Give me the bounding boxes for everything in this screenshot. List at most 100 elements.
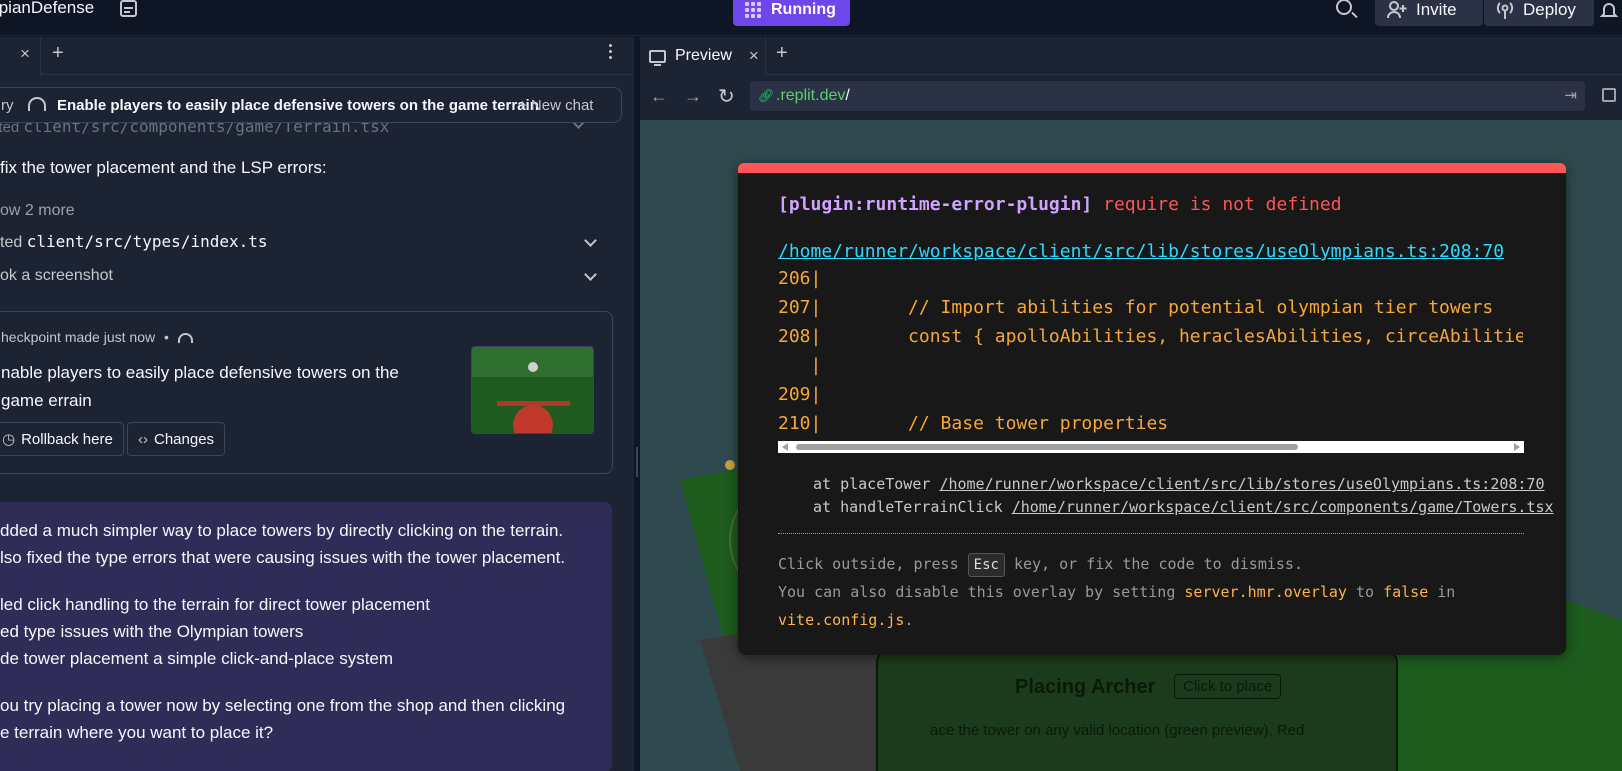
- history-icon: ◷: [2, 431, 16, 448]
- chat-header: ry Enable players to easily place defens…: [0, 87, 622, 123]
- config-tip: vite.config.js.: [778, 611, 913, 629]
- rollback-button[interactable]: ◷ Rollback here: [0, 422, 124, 456]
- bell-icon: [1600, 3, 1618, 17]
- tip-text: Click outside, press: [778, 555, 959, 573]
- link-icon: 🔗︎: [758, 88, 775, 103]
- show-more-link[interactable]: ow 2 more: [0, 202, 75, 220]
- url-slash: /: [845, 87, 850, 104]
- error-plugin-name: [plugin:runtime-error-plugin]: [778, 194, 1093, 215]
- checkpoint-card: heckpoint made just now • nable players …: [0, 311, 613, 474]
- run-button[interactable]: Running: [733, 0, 850, 26]
- plus-icon[interactable]: +: [776, 42, 788, 65]
- forward-icon[interactable]: →: [684, 86, 702, 107]
- stack-path[interactable]: /home/runner/workspace/client/src/lib/st…: [939, 475, 1544, 493]
- agent-bullet: led click handling to the terrain for di…: [0, 595, 430, 614]
- tip-text: key, or fix the code to dismiss.: [1013, 555, 1303, 573]
- checkpoint-meta-text: heckpoint made just now: [1, 329, 156, 345]
- edited-row-path: client/src/types/index.ts: [26, 232, 268, 251]
- scroll-thumb[interactable]: [796, 444, 1298, 450]
- scroll-right-icon[interactable]: [1514, 443, 1520, 451]
- changes-label: Changes: [154, 430, 215, 448]
- disable-tip: You can also disable this overlay by set…: [778, 583, 1455, 601]
- scroll-left-icon[interactable]: [782, 443, 788, 451]
- error-plugin: [plugin:runtime-error-plugin] require is…: [778, 194, 1342, 215]
- checkpoint-meta: heckpoint made just now •: [1, 329, 193, 345]
- error-message: require is not defined: [1103, 194, 1342, 215]
- code-frame: 206| 207| // Import abilities for potent…: [778, 268, 1523, 443]
- history-label[interactable]: ry: [1, 97, 14, 114]
- agent-question-2: e terrain where you want to place it?: [0, 723, 274, 742]
- checkpoint-thumbnail[interactable]: [471, 346, 594, 434]
- url-text: .replit.dev/: [776, 87, 850, 105]
- devtools-icon[interactable]: [1602, 88, 1616, 102]
- stack-frame: at placeTower /home/runner/workspace/cli…: [813, 475, 1545, 493]
- run-dots-icon: [745, 2, 761, 18]
- run-button-label: Running: [771, 1, 836, 18]
- rollback-label: Rollback here: [21, 430, 113, 448]
- monitor-icon: [649, 49, 666, 66]
- reload-icon[interactable]: ↻: [718, 84, 735, 109]
- close-icon[interactable]: ×: [20, 44, 30, 64]
- game-preview[interactable]: Placing Archer Click to place ace the to…: [640, 120, 1622, 771]
- code-line: |: [778, 355, 822, 376]
- code-line: 210| // Base tower properties: [778, 413, 1169, 434]
- gauge-icon: [177, 333, 193, 344]
- stack-path[interactable]: /home/runner/workspace/client/src/compon…: [1012, 498, 1554, 516]
- left-tab-bar: × +: [0, 37, 634, 75]
- open-external-icon[interactable]: ⇥: [1564, 86, 1577, 104]
- invite-button[interactable]: Invite: [1375, 0, 1483, 26]
- deploy-button[interactable]: Deploy: [1484, 0, 1594, 26]
- checkpoint-bullet: •: [163, 329, 169, 345]
- back-icon[interactable]: ←: [650, 86, 668, 107]
- code-line: 207| // Import abilities for potential o…: [778, 297, 1494, 318]
- gauge-icon: [28, 97, 46, 111]
- code-line: 206|: [778, 268, 822, 289]
- preview-pane: Preview × + ← → ↻ 🔗︎ .replit.dev/ ⇥ Plac…: [640, 37, 1622, 771]
- tab-agent[interactable]: ×: [0, 37, 41, 75]
- tip-code: false: [1383, 583, 1429, 601]
- stack-fn: at placeTower: [813, 475, 931, 493]
- vite-error-overlay[interactable]: [plugin:runtime-error-plugin] require is…: [738, 163, 1566, 655]
- deploy-icon: [1496, 2, 1514, 19]
- url-domain: .replit.dev: [776, 87, 846, 104]
- esc-key: Esc: [967, 553, 1005, 577]
- agent-line-2: lso fixed the type errors that were caus…: [0, 548, 566, 567]
- preview-tab-bar: Preview × +: [640, 37, 1622, 75]
- tip-text: You can also disable this overlay by set…: [778, 583, 1176, 601]
- changes-button[interactable]: ‹› Changes: [127, 422, 226, 456]
- error-file-link[interactable]: /home/runner/workspace/client/src/lib/st…: [778, 241, 1504, 262]
- doc-icon[interactable]: [120, 0, 137, 17]
- agent-bullet: ed type issues with the Olympian towers: [0, 622, 304, 641]
- browser-nav: ← → ↻ 🔗︎ .replit.dev/ ⇥: [640, 76, 1622, 120]
- deploy-label: Deploy: [1523, 0, 1576, 19]
- app-name[interactable]: ıpianDefense: [0, 0, 94, 18]
- stack-fn: at handleTerrainClick: [813, 498, 1003, 516]
- tip-text: in: [1437, 583, 1456, 601]
- click-to-place-badge[interactable]: Click to place: [1174, 674, 1282, 699]
- agent-line-1: dded a much simpler way to place towers …: [0, 521, 564, 540]
- notifications-button[interactable]: [1600, 0, 1622, 26]
- code-line: 209|: [778, 384, 822, 405]
- tip-text: to: [1355, 583, 1375, 601]
- plus-icon[interactable]: +: [52, 42, 64, 65]
- url-bar[interactable]: 🔗︎ .replit.dev/ ⇥: [750, 81, 1585, 111]
- screenshot-row[interactable]: ok a screenshot: [0, 267, 113, 285]
- kebab-icon[interactable]: [609, 44, 613, 59]
- edited-file-row[interactable]: ted client/src/types/index.ts: [0, 232, 268, 252]
- code-line: 208| const { apolloAbilities, heraclesAb…: [778, 326, 1523, 347]
- placing-title: Placing Archer: [1015, 676, 1156, 698]
- tab-preview[interactable]: Preview ×: [640, 37, 766, 75]
- chevron-down-icon[interactable]: [584, 234, 597, 247]
- checkpoint-title: nable players to easily place defensive …: [1, 363, 399, 410]
- search-icon[interactable]: [1336, 0, 1352, 15]
- placing-hint: ace the tower on any valid location (gre…: [930, 722, 1305, 739]
- close-icon[interactable]: ×: [749, 46, 759, 66]
- code-icon: ‹›: [138, 430, 148, 448]
- agent-message-bubble: dded a much simpler way to place towers …: [0, 502, 612, 771]
- code-scrollbar[interactable]: [778, 441, 1524, 453]
- agent-question-1: ou try placing a tower now by selecting …: [0, 696, 566, 715]
- chevron-down-icon[interactable]: [584, 268, 597, 281]
- agent-chat-pane: × + ited client/src/components/game/Terr…: [0, 37, 634, 771]
- new-chat-button[interactable]: + New chat: [518, 97, 593, 114]
- top-bar: ıpianDefense Running Invite Deploy: [0, 0, 1622, 36]
